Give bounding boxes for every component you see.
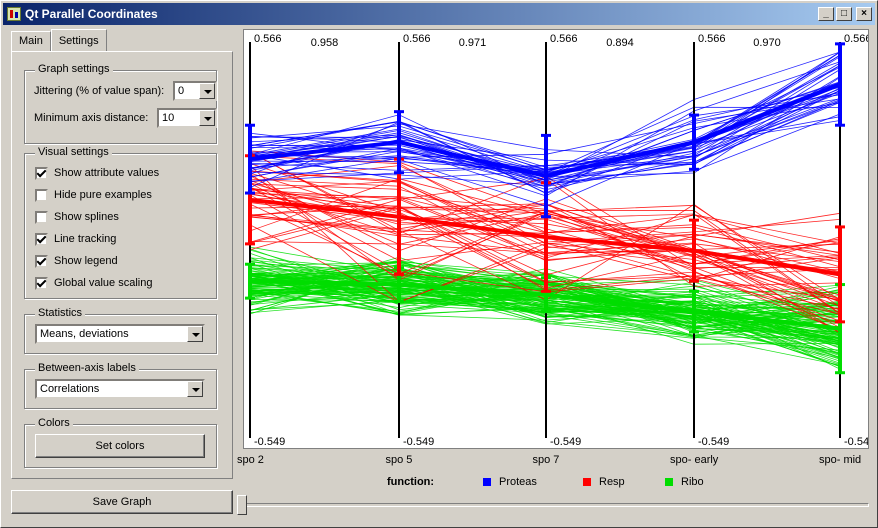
min-axis-label: Minimum axis distance:: [34, 112, 149, 124]
tab-settings[interactable]: Settings: [50, 29, 107, 51]
correlation-label: 0.894: [606, 37, 634, 49]
between-axis-value: Correlations: [40, 383, 100, 395]
save-graph-button[interactable]: Save Graph: [11, 490, 233, 514]
option-label: Show attribute values: [54, 167, 160, 179]
option-global-value-scaling[interactable]: Global value scaling: [35, 275, 152, 291]
axis-max-label: 0.566: [698, 33, 726, 45]
axis-min-label: -0.549: [698, 436, 729, 448]
checkbox[interactable]: [35, 210, 48, 224]
graph-settings-group: Graph settings Jittering (% of value spa…: [24, 63, 217, 144]
checkbox[interactable]: [35, 232, 48, 246]
chevron-down-icon[interactable]: [187, 381, 203, 397]
parallel-coordinates-plot[interactable]: 0.566 -0.549 0.566 -0.549 0.566 -0.549 0.566 -0…: [243, 29, 875, 449]
checkbox[interactable]: [35, 276, 48, 290]
window-title: Qt Parallel Coordinates: [25, 7, 158, 21]
legend: function: Proteas Resp Ribo: [243, 476, 869, 490]
statistics-select[interactable]: Means, deviations: [35, 324, 205, 344]
option-label: Line tracking: [54, 233, 117, 245]
between-axis-title: Between-axis labels: [35, 362, 139, 374]
axis-name-label: spo 2: [237, 454, 264, 466]
jittering-value: 0: [178, 85, 185, 97]
legend-label: Proteas: [499, 476, 537, 488]
minimize-button[interactable]: _: [818, 7, 834, 21]
graph-settings-title: Graph settings: [35, 63, 113, 75]
zoom-slider[interactable]: [237, 495, 869, 517]
min-axis-select[interactable]: 10: [157, 108, 217, 128]
settings-panel: Graph settings Jittering (% of value spa…: [11, 51, 233, 479]
statistics-title: Statistics: [35, 307, 86, 319]
correlation-label: 0.958: [311, 37, 339, 49]
axis-min-label: -0.549: [844, 436, 868, 448]
visual-settings-title: Visual settings: [35, 146, 112, 158]
axis-min-label: -0.549: [254, 436, 285, 448]
axis-name-label: spo 7: [532, 454, 560, 466]
legend-swatch: [483, 478, 491, 486]
chart-svg[interactable]: 0.566 -0.549 0.566 -0.549 0.566 -0.549 0.566 -0…: [244, 30, 875, 448]
option-line-tracking[interactable]: Line tracking: [35, 231, 116, 247]
option-label: Show legend: [54, 255, 118, 267]
checkbox[interactable]: [35, 254, 48, 268]
statistics-group: Statistics Means, deviations: [24, 307, 217, 354]
legend-item-proteas: Proteas: [483, 476, 537, 488]
legend-swatch: [665, 478, 673, 486]
axis-min-label: -0.549: [550, 436, 581, 448]
axis-max-label: 0.566: [254, 33, 282, 45]
tab-main[interactable]: Main: [11, 31, 51, 51]
legend-swatch: [583, 478, 591, 486]
axis-name-label: spo 5: [385, 454, 413, 466]
axis-max-label: 0.566: [550, 33, 578, 45]
chevron-down-icon[interactable]: [199, 83, 215, 99]
min-axis-value: 10: [162, 112, 175, 124]
colors-title: Colors: [35, 417, 73, 429]
between-axis-group: Between-axis labels Correlations: [24, 362, 217, 409]
chevron-down-icon[interactable]: [199, 110, 215, 126]
axis-max-label: 0.566: [844, 33, 868, 45]
statistics-value: Means, deviations: [40, 328, 129, 340]
axis-max-label: 0.566: [403, 33, 431, 45]
checkbox[interactable]: [35, 166, 48, 180]
title-bar[interactable]: Qt Parallel Coordinates _ □ ×: [3, 3, 875, 25]
visual-settings-group: Visual settings Show attribute values Hi…: [24, 146, 217, 299]
maximize-button[interactable]: □: [836, 7, 852, 21]
legend-item-ribo: Ribo: [665, 476, 704, 488]
slider-handle[interactable]: [237, 495, 247, 515]
option-hide-pure-examples[interactable]: Hide pure examples: [35, 187, 152, 203]
jittering-label: Jittering (% of value span):: [34, 85, 165, 97]
axis-name-label: spo- early: [670, 454, 719, 466]
axis-name-label: spo- mid: [819, 454, 862, 466]
option-label: Global value scaling: [54, 277, 153, 289]
checkbox[interactable]: [35, 188, 48, 202]
option-show-legend[interactable]: Show legend: [35, 253, 118, 269]
option-show-attribute-values[interactable]: Show attribute values: [35, 165, 159, 181]
axis-min-label: -0.549: [403, 436, 434, 448]
main-window: Qt Parallel Coordinates _ □ × Main Setti…: [0, 0, 878, 528]
correlation-label: 0.971: [459, 37, 487, 49]
chevron-down-icon[interactable]: [187, 326, 203, 342]
close-button[interactable]: ×: [856, 7, 872, 21]
app-icon: [7, 7, 21, 21]
option-label: Hide pure examples: [54, 189, 152, 201]
legend-label: Ribo: [681, 476, 704, 488]
option-label: Show splines: [54, 211, 119, 223]
legend-item-resp: Resp: [583, 476, 625, 488]
correlation-label: 0.970: [753, 37, 781, 49]
legend-label: Resp: [599, 476, 625, 488]
jittering-select[interactable]: 0: [173, 81, 217, 101]
tab-bar: Main Settings: [11, 29, 107, 51]
colors-group: Colors Set colors: [24, 417, 217, 468]
legend-title: function:: [387, 476, 435, 488]
option-show-splines[interactable]: Show splines: [35, 209, 119, 225]
between-axis-select[interactable]: Correlations: [35, 379, 205, 399]
set-colors-button[interactable]: Set colors: [35, 434, 205, 458]
slider-track[interactable]: [237, 503, 869, 507]
